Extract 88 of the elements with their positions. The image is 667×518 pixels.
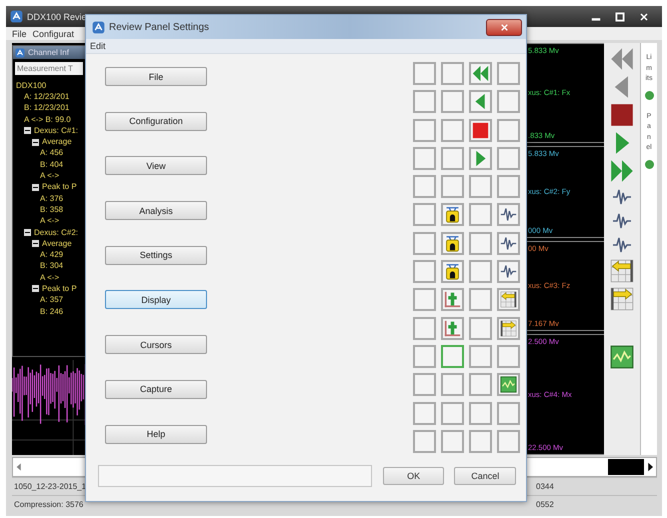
marker-icon bbox=[444, 291, 461, 308]
collapse-icon[interactable] bbox=[32, 285, 39, 292]
tree-item[interactable]: A <-> bbox=[40, 171, 60, 182]
icon-slot[interactable] bbox=[441, 232, 464, 255]
tree-item[interactable]: Dexus: C#2: bbox=[34, 228, 78, 238]
panel-button[interactable]: Analysis bbox=[105, 201, 207, 220]
double-left-arrow-icon bbox=[472, 65, 489, 82]
close-button[interactable] bbox=[486, 18, 522, 36]
chart-icon bbox=[500, 376, 517, 394]
tree-item[interactable]: B: 358 bbox=[40, 204, 64, 215]
tree-item[interactable]: Peak to P bbox=[42, 284, 77, 294]
app-logo-icon bbox=[15, 48, 25, 58]
tree-item[interactable]: DDX100 bbox=[16, 80, 46, 91]
collapse-icon[interactable] bbox=[32, 240, 39, 248]
panel-button[interactable]: Help bbox=[105, 424, 207, 444]
icon-slot[interactable] bbox=[497, 373, 520, 396]
icon-slot[interactable] bbox=[497, 288, 520, 312]
window-title: Channel Inf bbox=[28, 48, 69, 57]
collapse-icon[interactable] bbox=[32, 184, 39, 191]
tree-item[interactable]: A: 357 bbox=[40, 295, 64, 306]
device-icon bbox=[444, 234, 461, 252]
scroll-thumb[interactable] bbox=[608, 459, 644, 475]
menu-item[interactable]: File bbox=[12, 28, 27, 38]
menu-item[interactable]: Edit bbox=[90, 41, 106, 51]
panel-button[interactable]: Cursors bbox=[105, 335, 207, 354]
fast-forward-icon[interactable] bbox=[610, 159, 634, 183]
tree-item[interactable]: B: 12/23/201 bbox=[24, 103, 70, 114]
status-text: 0344 bbox=[536, 482, 554, 491]
tree-item[interactable]: A <-> bbox=[40, 272, 60, 283]
status-text: 0552 bbox=[536, 500, 554, 509]
tree-item[interactable]: A: 456 bbox=[40, 148, 64, 158]
waveform-icon[interactable] bbox=[611, 187, 633, 207]
panel-button[interactable]: Settings bbox=[105, 246, 207, 265]
icon-slot[interactable] bbox=[441, 203, 464, 226]
status-text: 1050_12-23-2015_1 bbox=[14, 482, 88, 491]
icon-slot[interactable] bbox=[441, 260, 464, 284]
tree-item[interactable]: Dexus: C#1: bbox=[34, 126, 78, 136]
dialog-title: Review Panel Settings bbox=[109, 22, 210, 32]
panel-button[interactable]: View bbox=[105, 156, 207, 176]
stop-icon[interactable] bbox=[610, 103, 634, 127]
collapse-icon[interactable] bbox=[24, 127, 31, 134]
tree-item[interactable]: B: 304 bbox=[40, 261, 64, 272]
panel-button[interactable]: Configuration bbox=[105, 112, 207, 131]
marker-icon bbox=[444, 320, 461, 337]
stop-icon bbox=[472, 122, 489, 139]
waveform-icon[interactable] bbox=[611, 211, 633, 231]
close-icon[interactable] bbox=[638, 10, 650, 22]
tree-item[interactable]: Average bbox=[42, 137, 72, 148]
grid-arrow-icon bbox=[500, 320, 517, 337]
icon-slot[interactable] bbox=[497, 316, 520, 340]
tree-item[interactable]: Peak to P bbox=[42, 182, 77, 192]
chart-icon[interactable] bbox=[610, 345, 634, 369]
device-icon bbox=[444, 263, 461, 280]
grid-arrow-icon bbox=[500, 291, 517, 308]
dialog-button[interactable]: Cancel bbox=[454, 467, 516, 485]
tree-item[interactable]: A: 376 bbox=[40, 194, 64, 204]
panel-button[interactable]: File bbox=[105, 67, 207, 86]
menu-item[interactable]: Configurat bbox=[32, 28, 74, 38]
waveform-icon bbox=[500, 206, 517, 224]
status-light-icon bbox=[644, 90, 654, 100]
collapse-icon[interactable] bbox=[32, 138, 39, 146]
tree-item[interactable]: A: 429 bbox=[40, 250, 64, 260]
close-icon bbox=[498, 22, 510, 32]
waveform-icon bbox=[500, 234, 517, 252]
tree-item[interactable]: A: 12/23/201 bbox=[24, 92, 70, 102]
app-logo-icon bbox=[10, 10, 23, 23]
status-light-icon bbox=[644, 160, 654, 168]
icon-slot[interactable] bbox=[497, 260, 520, 284]
grid-arrow-icon[interactable] bbox=[610, 259, 634, 283]
maximize-icon[interactable] bbox=[614, 10, 626, 22]
tree-item[interactable]: A <-> B: 99.0 bbox=[24, 114, 71, 125]
device-icon bbox=[444, 206, 461, 224]
icon-slot[interactable] bbox=[497, 232, 520, 255]
panel-button[interactable]: Capture bbox=[105, 380, 207, 399]
status-text: Compression: 3576 bbox=[14, 500, 84, 509]
grid-arrow-icon[interactable] bbox=[610, 287, 634, 311]
icon-slot[interactable] bbox=[497, 203, 520, 226]
tree-item[interactable]: A <-> bbox=[40, 216, 60, 226]
tree-item[interactable]: Average bbox=[42, 238, 72, 249]
dialog-button[interactable]: OK bbox=[382, 467, 444, 485]
waveform-icon[interactable] bbox=[611, 235, 633, 255]
app-logo-icon bbox=[92, 20, 105, 34]
column-header: Measurement T bbox=[15, 62, 83, 75]
collapse-icon[interactable] bbox=[24, 229, 31, 236]
panel-button[interactable]: Display bbox=[105, 290, 207, 310]
tree-item[interactable]: B: 404 bbox=[40, 160, 64, 170]
tree-item[interactable]: B: 246 bbox=[40, 306, 64, 317]
waveform-icon bbox=[500, 263, 517, 280]
